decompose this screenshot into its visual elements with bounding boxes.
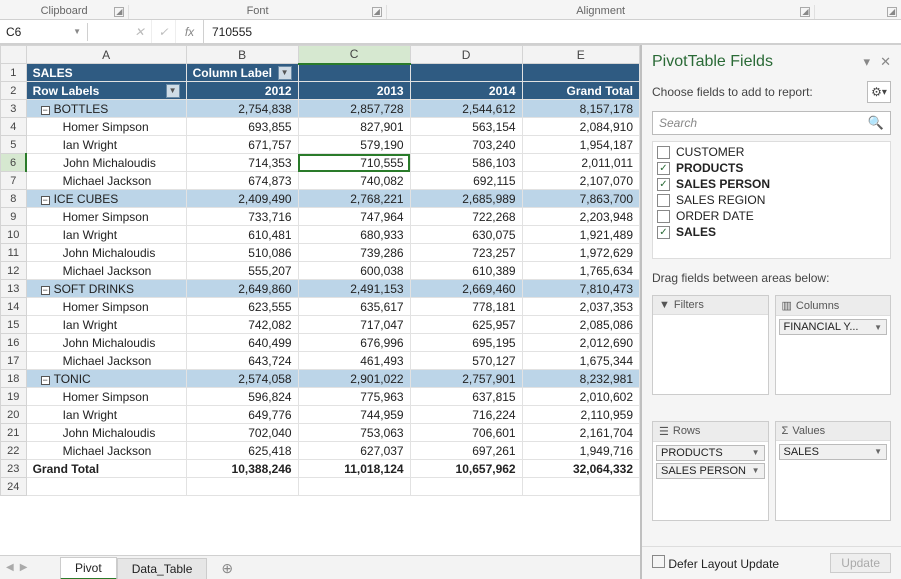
checkbox-icon[interactable] xyxy=(657,210,670,223)
checkbox-icon[interactable]: ✓ xyxy=(657,162,670,175)
sales-person-row[interactable]: John Michaloudis xyxy=(26,424,186,442)
category-row[interactable]: −TONIC xyxy=(26,370,186,388)
drag-note: Drag fields between areas below: xyxy=(642,265,901,291)
pane-dropdown-icon[interactable]: ▾ xyxy=(864,54,871,69)
sales-person-row[interactable]: John Michaloudis xyxy=(26,334,186,352)
spreadsheet-grid: A B C D E 1 SALES Column Label▼ xyxy=(0,45,640,496)
values-icon: Σ xyxy=(782,425,789,437)
sales-person-row[interactable]: John Michaloudis xyxy=(26,244,186,262)
area-pill[interactable]: SALES PERSON▼ xyxy=(656,463,765,479)
update-button[interactable]: Update xyxy=(830,553,891,573)
category-row[interactable]: −BOTTLES xyxy=(26,100,186,118)
col-header-B[interactable]: B xyxy=(186,46,298,64)
field-order-date[interactable]: ORDER DATE xyxy=(653,208,890,224)
sales-person-row[interactable]: Ian Wright xyxy=(26,226,186,244)
group-dialog-launcher[interactable]: ◢ xyxy=(887,7,897,17)
insert-function-button[interactable]: fx xyxy=(176,20,204,43)
field-sales-region[interactable]: SALES REGION xyxy=(653,192,890,208)
tab-nav-next[interactable]: ▶ xyxy=(20,562,28,573)
chevron-down-icon[interactable]: ▼ xyxy=(278,66,292,80)
field-list[interactable]: CUSTOMER✓PRODUCTS✓SALES PERSONSALES REGI… xyxy=(652,141,891,259)
col-header-A[interactable]: A xyxy=(26,46,186,64)
sales-person-row[interactable]: Homer Simpson xyxy=(26,118,186,136)
checkbox-icon[interactable]: ✓ xyxy=(657,226,670,239)
area-pill[interactable]: SALES▼ xyxy=(779,444,888,460)
close-pane-button[interactable]: ✕ xyxy=(880,54,891,69)
sales-person-row[interactable]: Michael Jackson xyxy=(26,262,186,280)
pivot-fields-pane: PivotTable Fields ▾ ✕ Choose fields to a… xyxy=(641,45,901,579)
category-row[interactable]: −ICE CUBES xyxy=(26,190,186,208)
clipboard-dialog-launcher[interactable]: ◢ xyxy=(114,7,124,17)
pane-title: PivotTable Fields xyxy=(652,53,773,71)
font-dialog-launcher[interactable]: ◢ xyxy=(372,7,382,17)
sales-person-row[interactable]: Homer Simpson xyxy=(26,298,186,316)
rows-area[interactable]: ☰Rows PRODUCTS▼SALES PERSON▼ xyxy=(652,421,769,521)
columns-icon: ▥ xyxy=(782,299,792,312)
filters-area[interactable]: ▼Filters xyxy=(652,295,769,395)
col-header-C[interactable]: C xyxy=(298,46,410,64)
new-sheet-button[interactable]: ⊕ xyxy=(207,557,247,579)
field-sales[interactable]: ✓SALES xyxy=(653,224,890,240)
filter-icon: ▼ xyxy=(659,299,670,311)
collapse-icon[interactable]: − xyxy=(41,106,50,115)
defer-update-checkbox[interactable]: Defer Layout Update xyxy=(652,555,779,571)
rows-icon: ☰ xyxy=(659,425,669,438)
formula-bar[interactable]: 710555 xyxy=(204,23,901,41)
pivot-title[interactable]: SALES xyxy=(26,64,186,82)
cancel-formula-button[interactable]: ✕ xyxy=(128,20,152,43)
chevron-down-icon[interactable]: ▼ xyxy=(752,466,760,475)
collapse-icon[interactable]: − xyxy=(41,196,50,205)
gear-icon[interactable]: ⚙▾ xyxy=(867,81,891,103)
values-area[interactable]: ΣValues SALES▼ xyxy=(775,421,892,521)
chevron-down-icon[interactable]: ▼ xyxy=(752,448,760,457)
field-sales-person[interactable]: ✓SALES PERSON xyxy=(653,176,890,192)
grand-total-label[interactable]: Grand Total xyxy=(26,460,186,478)
collapse-icon[interactable]: − xyxy=(41,376,50,385)
columns-area[interactable]: ▥Columns FINANCIAL Y...▼ xyxy=(775,295,892,395)
search-icon: 🔍 xyxy=(868,115,884,131)
chevron-down-icon[interactable]: ▼ xyxy=(874,447,882,456)
tab-nav-prev[interactable]: ◀ xyxy=(6,562,14,573)
sales-person-row[interactable]: Homer Simpson xyxy=(26,388,186,406)
area-pill[interactable]: PRODUCTS▼ xyxy=(656,445,765,461)
sheet-tab-pivot[interactable]: Pivot xyxy=(60,557,117,579)
sales-person-row[interactable]: Michael Jackson xyxy=(26,172,186,190)
name-box[interactable]: C6▼ xyxy=(0,23,88,41)
checkbox-icon[interactable]: ✓ xyxy=(657,178,670,191)
alignment-dialog-launcher[interactable]: ◢ xyxy=(800,7,810,17)
row-labels-dropdown[interactable]: Row Labels▼ xyxy=(26,82,186,100)
select-all-corner[interactable] xyxy=(1,46,27,64)
field-customer[interactable]: CUSTOMER xyxy=(653,144,890,160)
col-header-D[interactable]: D xyxy=(410,46,522,64)
collapse-icon[interactable]: − xyxy=(41,286,50,295)
sales-person-row[interactable]: Ian Wright xyxy=(26,406,186,424)
area-pill[interactable]: FINANCIAL Y...▼ xyxy=(779,319,888,335)
field-products[interactable]: ✓PRODUCTS xyxy=(653,160,890,176)
category-row[interactable]: −SOFT DRINKS xyxy=(26,280,186,298)
chevron-down-icon[interactable]: ▼ xyxy=(874,323,882,332)
sales-person-row[interactable]: Homer Simpson xyxy=(26,208,186,226)
sales-person-row[interactable]: John Michaloudis xyxy=(26,154,186,172)
checkbox-icon[interactable] xyxy=(657,194,670,207)
sales-person-row[interactable]: Michael Jackson xyxy=(26,352,186,370)
field-search-input[interactable]: Search 🔍 xyxy=(652,111,891,135)
column-labels-dropdown[interactable]: Column Label▼ xyxy=(186,64,298,82)
chevron-down-icon[interactable]: ▼ xyxy=(166,84,180,98)
sales-person-row[interactable]: Michael Jackson xyxy=(26,442,186,460)
col-header-E[interactable]: E xyxy=(522,46,639,64)
sheet-tab-data-table[interactable]: Data_Table xyxy=(117,558,208,579)
sales-person-row[interactable]: Ian Wright xyxy=(26,316,186,334)
ribbon-groups: Clipboard◢ Font◢ Alignment◢ ◢ xyxy=(0,0,901,20)
checkbox-icon[interactable] xyxy=(657,146,670,159)
enter-formula-button[interactable]: ✓ xyxy=(152,20,176,43)
sales-person-row[interactable]: Ian Wright xyxy=(26,136,186,154)
pane-subtitle: Choose fields to add to report: xyxy=(652,85,813,99)
